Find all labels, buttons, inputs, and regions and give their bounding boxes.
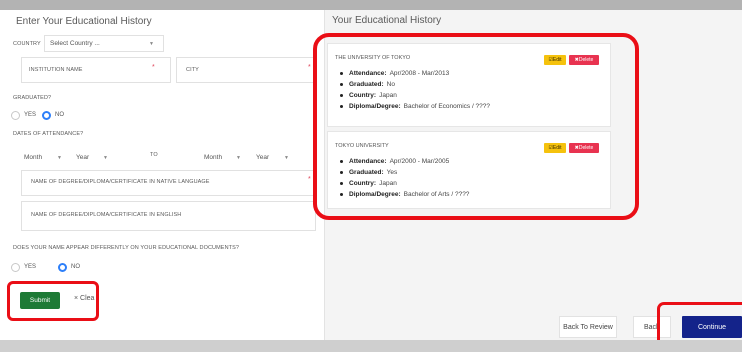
graduated-no-radio[interactable] — [42, 111, 51, 120]
graduated-yes-radio[interactable] — [11, 111, 20, 120]
name-differs-yes-radio[interactable] — [11, 263, 20, 272]
end-month-value: Month — [204, 154, 223, 161]
required-mark: * — [308, 64, 311, 71]
back-to-review-button[interactable]: Back To Review — [559, 316, 617, 338]
name-differs-no-radio[interactable] — [58, 263, 67, 272]
submit-highlight — [7, 281, 99, 321]
required-mark: * — [152, 64, 155, 71]
institution-label: INSTITUTION NAME — [29, 67, 83, 73]
start-month-select[interactable]: Month ▼ — [18, 150, 68, 166]
chevron-down-icon: ▼ — [103, 155, 108, 161]
chevron-down-icon: ▼ — [284, 155, 289, 161]
start-year-value: Year — [76, 154, 90, 161]
chevron-down-icon: ▼ — [236, 155, 241, 161]
top-bar — [0, 0, 742, 10]
degree-english-field[interactable]: NAME OF DEGREE/DIPLOMA/CERTIFICATE IN EN… — [21, 201, 316, 231]
country-label: COUNTRY — [13, 41, 41, 47]
bottom-strip — [0, 340, 742, 352]
start-year-select[interactable]: Year ▼ — [70, 150, 116, 166]
name-differs-no-label: NO — [71, 264, 80, 270]
graduated-no-label: NO — [55, 112, 64, 118]
city-label: CITY — [186, 67, 199, 73]
degree-native-label: NAME OF DEGREE/DIPLOMA/CERTIFICATE IN NA… — [31, 179, 210, 185]
degree-english-label: NAME OF DEGREE/DIPLOMA/CERTIFICATE IN EN… — [31, 212, 182, 218]
country-select-value: Select Country ... — [50, 40, 100, 47]
start-month-value: Month — [24, 154, 43, 161]
country-select[interactable]: Select Country ... ▼ — [44, 35, 164, 52]
history-highlight — [313, 33, 639, 220]
name-differs-yes-label: YES — [24, 264, 37, 270]
end-year-select[interactable]: Year ▼ — [248, 150, 296, 166]
city-field[interactable]: CITY * — [176, 57, 316, 83]
institution-name-field[interactable]: INSTITUTION NAME * — [21, 57, 171, 83]
form-title: Enter Your Educational History — [16, 16, 152, 27]
degree-native-field[interactable]: NAME OF DEGREE/DIPLOMA/CERTIFICATE IN NA… — [21, 170, 316, 196]
end-month-select[interactable]: Month ▼ — [196, 150, 246, 166]
chevron-down-icon: ▼ — [149, 41, 154, 47]
dates-label: DATES OF ATTENDANCE? — [13, 131, 84, 137]
name-differs-label: DOES YOUR NAME APPEAR DIFFERENTLY ON YOU… — [13, 245, 240, 251]
history-title: Your Educational History — [332, 15, 442, 26]
graduated-yes-label: YES — [24, 112, 37, 118]
required-mark: * — [308, 176, 311, 183]
end-year-value: Year — [256, 154, 270, 161]
to-label: TO — [150, 152, 158, 158]
graduated-label: GRADUATED? — [13, 95, 52, 101]
chevron-down-icon: ▼ — [57, 155, 62, 161]
